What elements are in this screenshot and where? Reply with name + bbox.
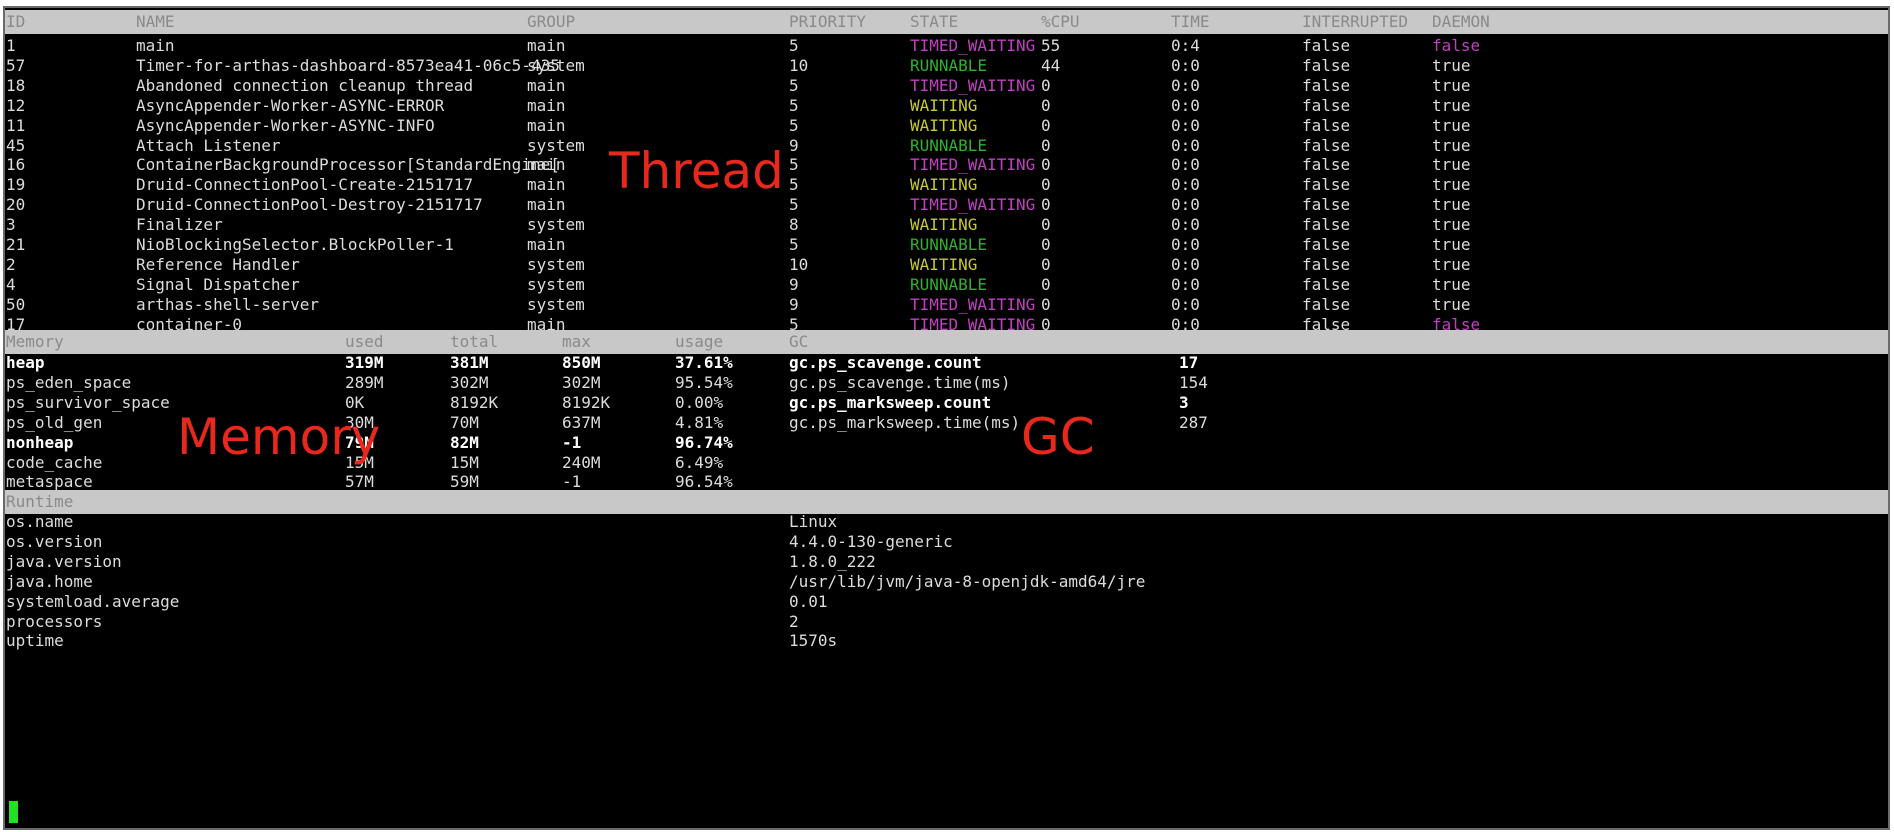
runtime-key: uptime [6, 631, 64, 651]
terminal-cursor [9, 801, 18, 823]
thread-col-interrupted: INTERRUPTED [1302, 12, 1408, 31]
thread-col-time: TIME [1171, 12, 1210, 31]
runtime-row: uptime 1570s [5, 629, 1888, 653]
thread-col-group: GROUP [527, 12, 576, 31]
thread-col-priority: PRIORITY [789, 12, 867, 31]
thread-col-daemon: DAEMON [1432, 12, 1490, 31]
gc-metric-value: 287 [1179, 412, 1208, 432]
memory-annotation: Memory [177, 408, 381, 466]
gc-annotation: GC [1021, 408, 1095, 466]
thread-col-state: STATE [910, 12, 959, 31]
thread-col-cpu: %CPU [1041, 12, 1080, 31]
thread-col-id: ID [6, 12, 26, 31]
runtime-value: 1570s [789, 631, 838, 651]
thread-col-name: NAME [136, 12, 175, 31]
gc-metric-name: gc.ps_marksweep.time(ms) [789, 412, 1021, 432]
thread-table-header: ID NAME GROUP PRIORITY STATE %CPU TIME I… [5, 10, 1888, 34]
thread-annotation: Thread [609, 142, 784, 200]
gc-row: gc.ps_marksweep.time(ms) 287 [789, 411, 1689, 435]
